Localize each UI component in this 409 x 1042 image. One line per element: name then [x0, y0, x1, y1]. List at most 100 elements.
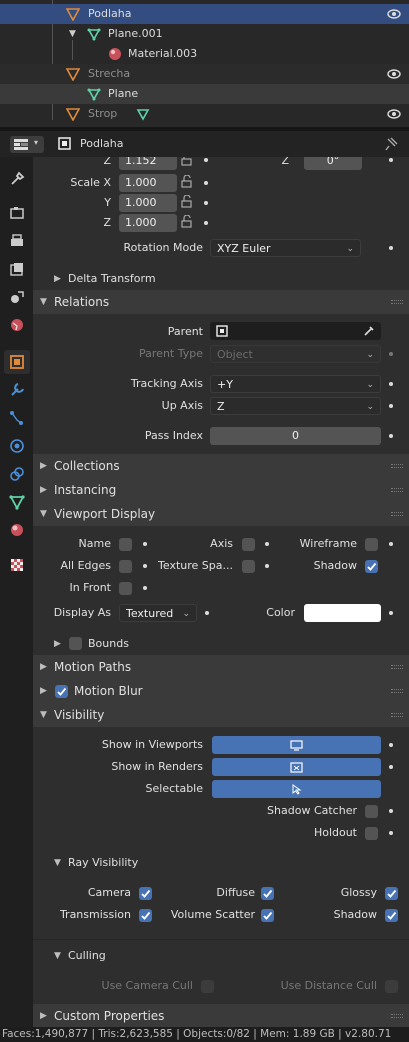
drag-grip-icon[interactable]: [391, 689, 403, 693]
color-swatch[interactable]: [304, 604, 381, 622]
scale-x-field[interactable]: 1.000: [119, 174, 177, 192]
unlock-icon[interactable]: [180, 175, 193, 188]
editor-type-button[interactable]: ▾: [10, 136, 44, 153]
up-axis-select[interactable]: Z ⌄: [210, 397, 381, 415]
in-front-checkbox[interactable]: [119, 582, 132, 595]
scale-z-field[interactable]: 1.000: [119, 214, 177, 232]
camera-checkbox[interactable]: [139, 887, 152, 900]
pin-icon[interactable]: [385, 137, 398, 151]
keyframe-dot[interactable]: [389, 542, 393, 546]
collections-panel-header[interactable]: ▶ Collections: [33, 454, 409, 478]
drag-grip-icon[interactable]: [391, 512, 403, 516]
keyframe-dot[interactable]: [389, 809, 393, 813]
ray-shadow-checkbox[interactable]: [385, 909, 398, 922]
use-distance-cull-checkbox[interactable]: [385, 980, 398, 993]
keyframe-dot[interactable]: [389, 352, 393, 356]
keyframe-dot[interactable]: [205, 611, 209, 615]
tab-view-layer[interactable]: [4, 257, 30, 281]
eye-icon[interactable]: [387, 107, 401, 121]
name-checkbox[interactable]: [119, 538, 132, 551]
tab-tool[interactable]: [4, 167, 30, 191]
tab-object[interactable]: [4, 350, 30, 374]
tab-data[interactable]: [4, 490, 30, 514]
keyframe-dot[interactable]: [389, 158, 393, 162]
tab-world[interactable]: [4, 313, 30, 337]
holdout-checkbox[interactable]: [365, 827, 378, 840]
keyframe-dot[interactable]: [143, 542, 147, 546]
keyframe-dot[interactable]: [265, 542, 269, 546]
tab-constraints[interactable]: [4, 462, 30, 486]
diffuse-checkbox[interactable]: [261, 887, 274, 900]
keyframe-dot[interactable]: [389, 382, 393, 386]
outliner-row-plane001[interactable]: ▼ Plane.001: [0, 24, 409, 44]
pass-index-field[interactable]: 0: [210, 427, 381, 445]
keyframe-dot[interactable]: [143, 564, 147, 568]
tab-particles[interactable]: [4, 406, 30, 430]
tab-modifiers[interactable]: [4, 378, 30, 402]
visibility-panel-header[interactable]: ▼ Visibility: [33, 703, 409, 727]
keyframe-dot[interactable]: [265, 564, 269, 568]
motion-paths-panel-header[interactable]: ▶ Motion Paths: [33, 655, 409, 679]
keyframe-dot[interactable]: [204, 158, 208, 162]
selectable-toggle[interactable]: [212, 780, 381, 798]
volume-scatter-checkbox[interactable]: [261, 909, 274, 922]
keyframe-dot[interactable]: [204, 221, 208, 225]
location-z-field[interactable]: 1.152: [119, 157, 177, 170]
drag-grip-icon[interactable]: [391, 464, 403, 468]
keyframe-dot[interactable]: [389, 404, 393, 408]
motion-blur-checkbox[interactable]: [55, 685, 68, 698]
keyframe-dot[interactable]: [389, 611, 393, 615]
drag-grip-icon[interactable]: [391, 665, 403, 669]
tab-scene[interactable]: [4, 285, 30, 309]
tab-output[interactable]: [4, 229, 30, 253]
keyframe-dot[interactable]: [389, 434, 393, 438]
keyframe-dot[interactable]: [204, 201, 208, 205]
bounds-checkbox[interactable]: [69, 637, 82, 650]
glossy-checkbox[interactable]: [385, 887, 398, 900]
outliner-row-strecha[interactable]: Strecha: [0, 64, 409, 84]
keyframe-dot[interactable]: [204, 181, 208, 185]
ray-visibility-subpanel[interactable]: ▼ Ray Visibility: [54, 852, 254, 874]
eye-icon[interactable]: [387, 7, 401, 21]
all-edges-checkbox[interactable]: [119, 560, 132, 573]
wireframe-checkbox[interactable]: [365, 538, 378, 551]
axis-checkbox[interactable]: [242, 538, 255, 551]
viewport-display-panel-header[interactable]: ▼ Viewport Display: [33, 502, 409, 526]
eyedropper-icon[interactable]: [363, 325, 375, 337]
unlock-icon[interactable]: [180, 157, 193, 166]
drag-grip-icon[interactable]: [391, 488, 403, 492]
drag-grip-icon[interactable]: [391, 1014, 403, 1018]
use-camera-cull-checkbox[interactable]: [201, 980, 214, 993]
rotation-mode-select[interactable]: XYZ Euler ⌄: [210, 239, 361, 257]
delta-transform-subpanel[interactable]: ▶ Delta Transform: [54, 268, 254, 290]
texture-space-checkbox[interactable]: [242, 560, 255, 573]
outliner-row-plane[interactable]: Plane: [0, 84, 409, 104]
show-in-renders-toggle[interactable]: [212, 758, 381, 776]
parent-type-select[interactable]: Object ⌄: [210, 345, 381, 363]
outliner-row-material003[interactable]: Material.003: [0, 44, 409, 64]
rotation-z-field[interactable]: 0°: [304, 157, 362, 170]
custom-properties-panel-header[interactable]: ▶ Custom Properties: [33, 1004, 409, 1027]
culling-subpanel[interactable]: ▼ Culling: [54, 945, 254, 967]
keyframe-dot[interactable]: [389, 743, 393, 747]
bounds-subpanel[interactable]: ▶ Bounds: [54, 633, 254, 655]
unlock-icon[interactable]: [180, 215, 193, 228]
keyframe-dot[interactable]: [143, 586, 147, 590]
parent-field[interactable]: [210, 322, 381, 340]
tracking-axis-select[interactable]: +Y ⌄: [210, 375, 381, 393]
motion-blur-panel-header[interactable]: ▶ Motion Blur: [33, 679, 409, 703]
shadow-checkbox[interactable]: [365, 560, 378, 573]
tab-texture[interactable]: [4, 553, 30, 577]
drag-grip-icon[interactable]: [391, 300, 403, 304]
keyframe-dot[interactable]: [389, 246, 393, 250]
outliner-row-podlaha[interactable]: Podlaha: [0, 4, 409, 24]
tab-material[interactable]: [4, 518, 30, 542]
shadow-catcher-checkbox[interactable]: [365, 805, 378, 818]
transmission-checkbox[interactable]: [139, 909, 152, 922]
relations-panel-header[interactable]: ▼ Relations: [33, 290, 409, 314]
display-as-select[interactable]: Textured ⌄: [119, 604, 197, 622]
keyframe-dot[interactable]: [389, 765, 393, 769]
unlock-icon[interactable]: [180, 195, 193, 208]
expand-arrow-icon[interactable]: ▼: [69, 24, 76, 44]
show-in-viewports-toggle[interactable]: [212, 736, 381, 754]
